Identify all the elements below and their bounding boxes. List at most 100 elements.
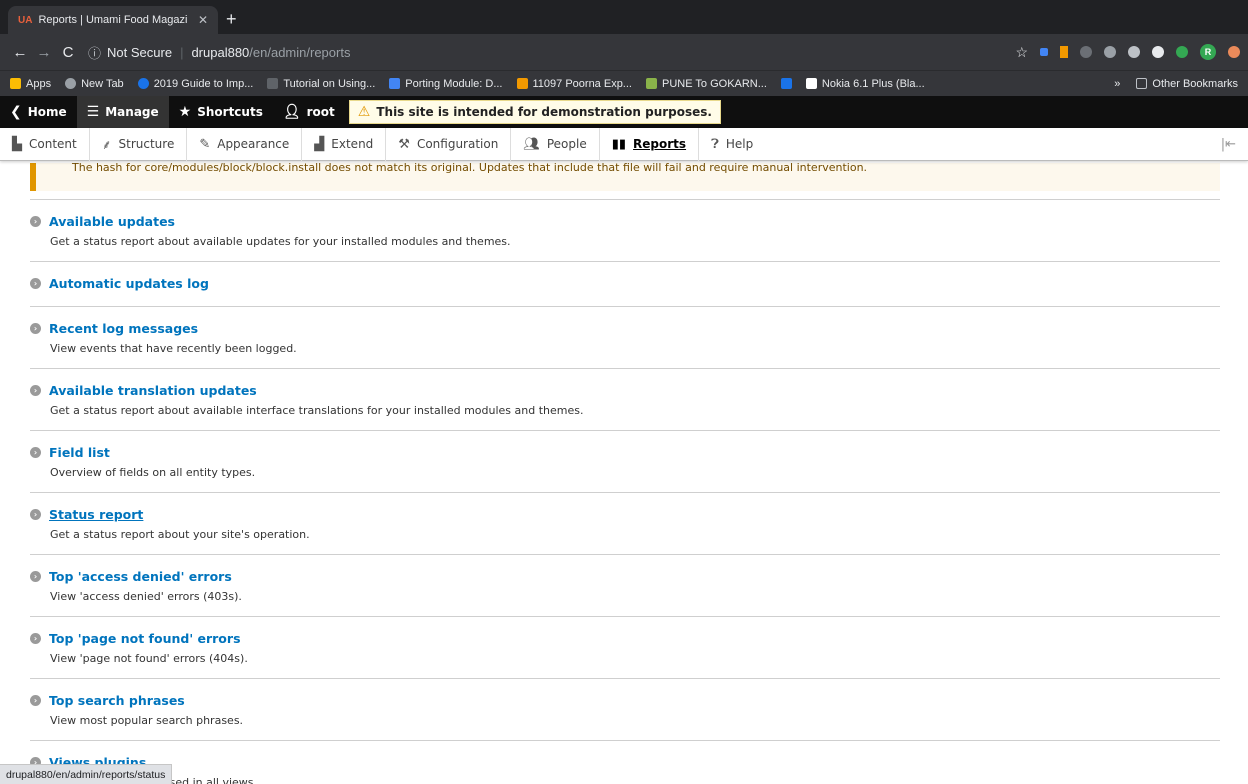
extension-icon[interactable] bbox=[1080, 46, 1092, 58]
address-separator: | bbox=[180, 44, 184, 60]
help-icon: ❓︎ bbox=[711, 136, 719, 152]
toolbar-shortcuts[interactable]: ★ Shortcuts bbox=[169, 96, 273, 128]
chevron-right-icon: › bbox=[30, 385, 41, 396]
apps-icon bbox=[10, 78, 21, 89]
menu-item-configuration[interactable]: ⚒ Configuration bbox=[386, 127, 512, 161]
bookmark-item[interactable]: Porting Module: D... bbox=[389, 78, 503, 90]
list-item: › Status report Get a status report about… bbox=[30, 492, 1220, 554]
chevron-right-icon: › bbox=[30, 571, 41, 582]
address-bar[interactable]: ⓘ Not Secure | drupal880/en/admin/report… bbox=[88, 38, 908, 66]
security-label: Not Secure bbox=[107, 44, 173, 60]
bookmark-apps[interactable]: Apps bbox=[10, 78, 51, 90]
toolbar-home[interactable]: ❮ Home bbox=[0, 96, 77, 128]
list-item: › Recent log messages View events that ha… bbox=[30, 306, 1220, 368]
reports-icon: ▮▮ bbox=[611, 136, 627, 152]
menu-item-people[interactable]: 👥︎ People bbox=[511, 127, 600, 161]
back-button[interactable]: ← bbox=[8, 44, 32, 61]
bookmark-item[interactable]: New Tab bbox=[65, 78, 124, 90]
new-tab-button[interactable]: + bbox=[226, 9, 237, 30]
extension-icon[interactable] bbox=[1060, 46, 1068, 58]
browser-tabstrip: UA Reports | Umami Food Magazi ✕ + bbox=[0, 0, 1248, 34]
more-bookmarks-button[interactable]: » bbox=[1114, 78, 1120, 90]
extension-icon[interactable] bbox=[1228, 46, 1240, 58]
list-item: ›Views plugins Overview of plugins used … bbox=[30, 740, 1220, 784]
demo-notice: ⚠ This site is intended for demonstration… bbox=[348, 100, 721, 124]
warning-text: The hash for core/modules/block/block.in… bbox=[72, 163, 868, 174]
report-description: View 'access denied' errors (403s). bbox=[50, 590, 242, 603]
user-icon: 👤︎ bbox=[282, 104, 301, 120]
bookmark-favicon-icon bbox=[137, 78, 149, 89]
report-link[interactable]: › Status report bbox=[30, 507, 1220, 522]
report-link[interactable]: › Top 'page not found' errors bbox=[30, 631, 1220, 646]
link-status-bar: drupal880/en/admin/reports/status bbox=[0, 764, 173, 784]
bookmark-item[interactable] bbox=[780, 78, 792, 89]
bookmark-favicon-icon bbox=[267, 78, 279, 89]
back-circle-icon: ❮ bbox=[10, 104, 22, 120]
report-link[interactable]: › Field list bbox=[30, 445, 1220, 460]
menu-item-help[interactable]: ❓︎ Help bbox=[699, 128, 765, 161]
reload-button[interactable]: C bbox=[56, 44, 80, 61]
extension-icon[interactable] bbox=[1104, 46, 1116, 58]
chevron-right-icon: › bbox=[30, 216, 41, 227]
appearance-icon: ✎ bbox=[199, 136, 211, 152]
extend-icon: ▟ bbox=[314, 136, 325, 152]
grammarly-icon[interactable] bbox=[1176, 46, 1188, 58]
list-item: › Available updates Get a status report a… bbox=[30, 199, 1220, 261]
structure-icon: ⸙ bbox=[101, 138, 112, 153]
browser-tab[interactable]: UA Reports | Umami Food Magazi ✕ bbox=[8, 6, 218, 34]
drupal-toolbar: ❮ Home ☰ Manage ★ Shortcuts 👤︎ root ⚠ This si… bbox=[0, 96, 1248, 128]
report-link[interactable]: › Automatic updates log bbox=[30, 276, 1220, 291]
bookmark-item[interactable]: 2019 Guide to Imp... bbox=[137, 78, 253, 90]
toolbar-user[interactable]: 👤︎ root bbox=[273, 96, 345, 128]
report-description: View most popular search phrases. bbox=[50, 714, 244, 727]
browser-toolbar: ← → C ⓘ Not Secure | drupal880/en/admin/… bbox=[0, 34, 1248, 70]
toolbar-manage[interactable]: ☰ Manage bbox=[76, 96, 169, 128]
bookmark-item[interactable]: Nokia 6.1 Plus (Bla... bbox=[805, 78, 925, 90]
report-description: Overview of fields on all entity types. bbox=[50, 466, 256, 479]
bookmark-item[interactable]: PUNE To GOKARN... bbox=[645, 78, 767, 90]
menu-item-extend[interactable]: ▟ Extend bbox=[302, 127, 387, 161]
admin-menu-tray: ▙ Content ⸙ Structure ✎ Appearance ▟ Extend … bbox=[0, 127, 1248, 161]
menu-item-content[interactable]: ▙ Content bbox=[0, 127, 90, 161]
report-link[interactable]: › Recent log messages bbox=[30, 321, 1220, 336]
list-item: › Top 'page not found' errors View 'page … bbox=[30, 616, 1220, 678]
report-link[interactable]: › Views plugins bbox=[30, 755, 1220, 770]
report-link[interactable]: › Top 'access denied' errors bbox=[30, 569, 1220, 584]
bookmark-favicon-icon bbox=[516, 78, 528, 89]
extension-icon[interactable] bbox=[1040, 48, 1048, 56]
bookmark-favicon-icon bbox=[389, 78, 401, 89]
list-item: › Field list Overview of fields on all en… bbox=[30, 430, 1220, 492]
bookmark-item[interactable]: 11097 Poorna Exp... bbox=[516, 78, 632, 90]
info-icon[interactable]: ⓘ bbox=[88, 43, 101, 62]
menu-item-structure[interactable]: ⸙ Structure bbox=[90, 127, 188, 161]
report-link[interactable]: › Available updates bbox=[30, 214, 1220, 229]
profile-avatar[interactable]: R bbox=[1200, 44, 1216, 60]
list-item: › Top 'access denied' errors View 'access… bbox=[30, 554, 1220, 616]
extension-icon[interactable] bbox=[1128, 46, 1140, 58]
collapse-tray-icon[interactable]: |⇤ bbox=[1221, 137, 1236, 152]
report-link[interactable]: › Top search phrases bbox=[30, 693, 1220, 708]
report-link[interactable]: › Available translation updates bbox=[30, 383, 1220, 398]
forward-button[interactable]: → bbox=[32, 44, 56, 61]
list-item: › Automatic updates log bbox=[30, 261, 1220, 306]
warning-message: The hash for core/modules/block/block.in… bbox=[30, 163, 1220, 191]
other-bookmarks[interactable]: Other Bookmarks bbox=[1136, 78, 1238, 90]
tab-title: Reports | Umami Food Magazi bbox=[38, 14, 188, 26]
chevron-right-icon: › bbox=[30, 447, 41, 458]
list-item: › Top search phrases View most popular se… bbox=[30, 678, 1220, 740]
menu-item-appearance[interactable]: ✎ Appearance bbox=[187, 127, 303, 161]
chevron-right-icon: › bbox=[30, 509, 41, 520]
bookmark-star-icon[interactable]: ☆ bbox=[1015, 44, 1028, 61]
people-icon: 👥︎ bbox=[523, 136, 540, 152]
bookmark-favicon-icon bbox=[645, 78, 657, 89]
report-description: View 'page not found' errors (404s). bbox=[50, 652, 248, 665]
report-description: Get a status report about your site's op… bbox=[50, 528, 310, 541]
extension-icon[interactable] bbox=[1152, 46, 1164, 58]
report-description: View events that have recently been logg… bbox=[50, 342, 297, 355]
bookmark-item[interactable]: Tutorial on Using... bbox=[267, 78, 375, 90]
amazon-icon bbox=[805, 78, 817, 89]
url-host: drupal880 bbox=[191, 44, 250, 60]
globe-icon bbox=[65, 78, 77, 89]
menu-item-reports[interactable]: ▮▮ Reports bbox=[600, 127, 700, 161]
close-tab-icon[interactable]: ✕ bbox=[198, 13, 208, 27]
